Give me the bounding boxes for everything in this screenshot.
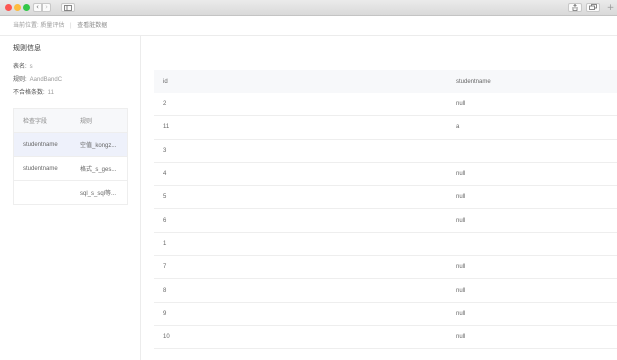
breadcrumb-link-dirty-data[interactable]: 查看脏数据 [77,23,107,29]
table-row: 11 a [154,115,617,140]
table-row: 8 null [154,278,617,303]
new-tab-button[interactable]: + [604,3,617,13]
chevron-left-icon: ‹ [36,3,39,11]
rule-table: 检查字段 规则 studentname 空值_kongz... studentn… [13,108,128,205]
table-name-row: 表名: s [13,61,33,70]
cell-id: 1 [154,232,447,257]
plus-icon: + [606,3,615,13]
data-table-header-studentname: studentname [447,70,617,93]
cell-studentname: null [447,255,617,280]
window-titlebar: ‹ › + [0,0,617,16]
rule-label: 规则: [13,77,27,83]
rule-table-cell-field [13,180,71,205]
dirty-data-panel: id studentname 2 null 11 a 3 4 null 5 null 6… [154,70,617,350]
table-row: 10 null [154,325,617,350]
forward-button[interactable]: › [42,3,51,12]
rule-table-cell-rule: 格式_s_ges... [71,156,128,181]
rule-info-panel: 规则信息 表名: s 规则: AandBandC 不合格条数: 11 检查字段 规则 … [0,36,141,360]
maximize-window-button[interactable] [23,4,30,11]
back-button[interactable]: ‹ [33,3,42,12]
rule-table-cell-field: studentname [13,132,71,157]
rule-row: 规则: AandBandC [13,74,62,83]
breadcrumb-separator: | [70,23,72,29]
failed-count-label: 不合格条数: [13,90,45,96]
rule-table-cell-field: studentname [13,156,71,181]
rule-table-cell-rule: sql_s_sql等... [71,180,128,205]
table-row: 7 null [154,255,617,280]
cell-id: 5 [154,185,447,210]
cell-id: 3 [154,139,447,163]
rule-table-header-field: 检查字段 [13,108,71,133]
table-row: 6 null [154,208,617,233]
breadcrumb-current[interactable]: 质量评估 [40,23,64,29]
cell-studentname: null [447,278,617,303]
table-row: 2 null [154,93,617,117]
rule-table-header: 检查字段 规则 [13,108,128,133]
cell-id: 9 [154,302,447,326]
cell-studentname: a [447,115,617,140]
failed-count-value: 11 [47,90,54,96]
sidebar-icon [64,4,72,11]
share-button[interactable] [568,3,582,12]
table-row: 9 null [154,302,617,326]
sidebar-toggle-button[interactable] [61,3,75,12]
table-name-label: 表名: [13,64,27,70]
data-table-header-id: id [154,70,447,93]
breadcrumb: 当前位置: 质量评估 | 查看脏数据 [0,16,617,36]
table-name-value: s [29,64,33,70]
rule-table-row[interactable]: studentname 空值_kongz... [13,132,128,157]
table-row: 5 null [154,185,617,210]
rule-value: AandBandC [29,77,63,83]
data-table-header: id studentname [154,70,617,93]
cell-id: 8 [154,278,447,303]
cell-id: 2 [154,93,447,117]
rule-table-header-rule: 规则 [71,108,128,133]
dirty-data-table: id studentname 2 null 11 a 3 4 null 5 null 6… [154,70,617,350]
cell-id: 11 [154,115,447,140]
cell-id: 7 [154,255,447,280]
cell-studentname: null [447,325,617,350]
table-row: 1 [154,232,617,257]
rule-table-cell-rule: 空值_kongz... [71,132,128,157]
chevron-right-icon: › [45,3,48,11]
cell-studentname [447,139,617,163]
minimize-window-button[interactable] [14,4,21,11]
cell-studentname: null [447,302,617,326]
cell-id: 6 [154,208,447,233]
tabs-icon [589,4,597,10]
failed-count-row: 不合格条数: 11 [13,87,54,96]
cell-studentname: null [447,162,617,187]
rule-info-title: 规则信息 [13,45,41,52]
rule-table-row[interactable]: studentname 格式_s_ges... [13,156,128,181]
cell-studentname: null [447,93,617,117]
cell-studentname [447,232,617,257]
table-row: 3 [154,139,617,163]
share-icon [572,3,578,11]
rule-table-row[interactable]: sql_s_sql等... [13,180,128,205]
table-row: 4 null [154,162,617,187]
cell-studentname: null [447,185,617,210]
breadcrumb-prefix: 当前位置: [13,23,39,29]
cell-id: 4 [154,162,447,187]
close-window-button[interactable] [5,4,12,11]
tabs-overview-button[interactable] [586,3,600,12]
cell-studentname: null [447,208,617,233]
cell-id: 10 [154,325,447,350]
